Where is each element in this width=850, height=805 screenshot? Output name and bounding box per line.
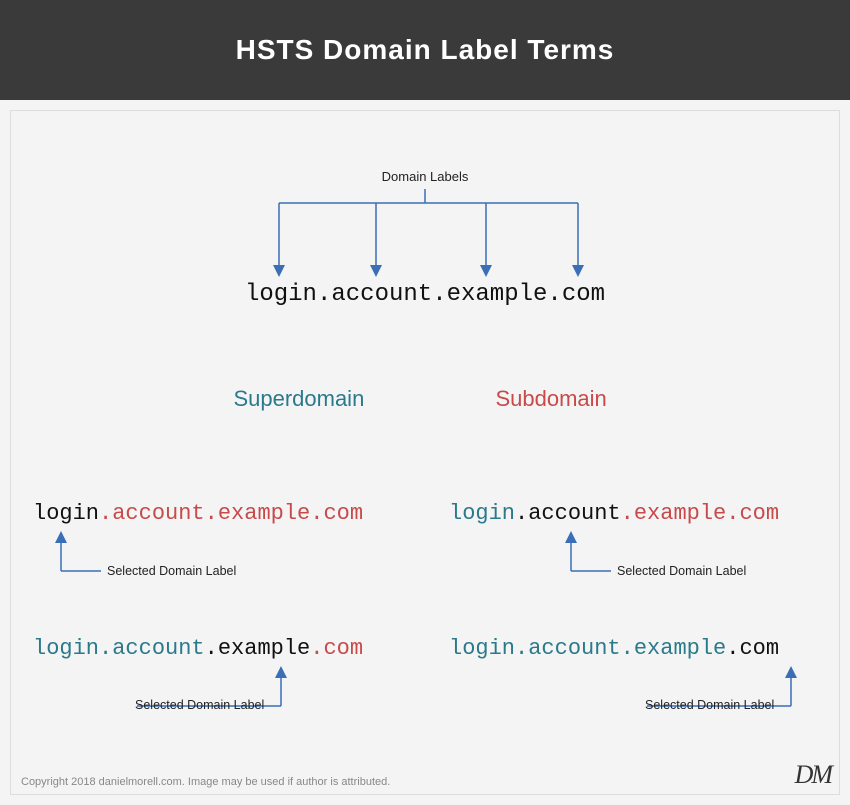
selected-part: com xyxy=(739,636,779,661)
section-labels: Superdomain Subdomain xyxy=(11,386,839,412)
page-title: HSTS Domain Label Terms xyxy=(236,34,615,66)
main-domain: login.account.example.com xyxy=(11,281,839,308)
selected-part: account xyxy=(528,501,620,526)
diagram-canvas: Domain Labels login.account. xyxy=(10,110,840,795)
author-logo: DM xyxy=(795,760,831,790)
domain-labels-caption: Domain Labels xyxy=(11,169,839,184)
diagram-inner: Domain Labels login.account. xyxy=(11,111,839,794)
domain-part-login: login xyxy=(245,281,317,308)
diagram-frame: HSTS Domain Label Terms Domain Labels xyxy=(0,0,850,805)
domain-part-example: example xyxy=(447,281,548,308)
footer-attribution: Copyright 2018 danielmorell.com. Image m… xyxy=(21,776,390,788)
selected-label-left-2: Selected Domain Label xyxy=(135,698,264,712)
domain-part-com: com xyxy=(562,281,605,308)
super-example-1: login.account.example.com xyxy=(33,501,363,526)
domain-part-account: account xyxy=(331,281,432,308)
subdomain-heading: Subdomain xyxy=(461,386,641,412)
super-example-2: login.account.example.com xyxy=(33,636,363,661)
selected-part: example xyxy=(218,636,310,661)
superdomain-heading: Superdomain xyxy=(209,386,389,412)
header-bar: HSTS Domain Label Terms xyxy=(0,0,850,100)
selected-label-right-1: Selected Domain Label xyxy=(617,564,746,578)
selected-part: login xyxy=(33,501,99,526)
selected-label-left-1: Selected Domain Label xyxy=(107,564,236,578)
sub-example-1: login.account.example.com xyxy=(449,501,779,526)
selected-label-right-2: Selected Domain Label xyxy=(645,698,774,712)
sub-example-2: login.account.example.com xyxy=(449,636,779,661)
